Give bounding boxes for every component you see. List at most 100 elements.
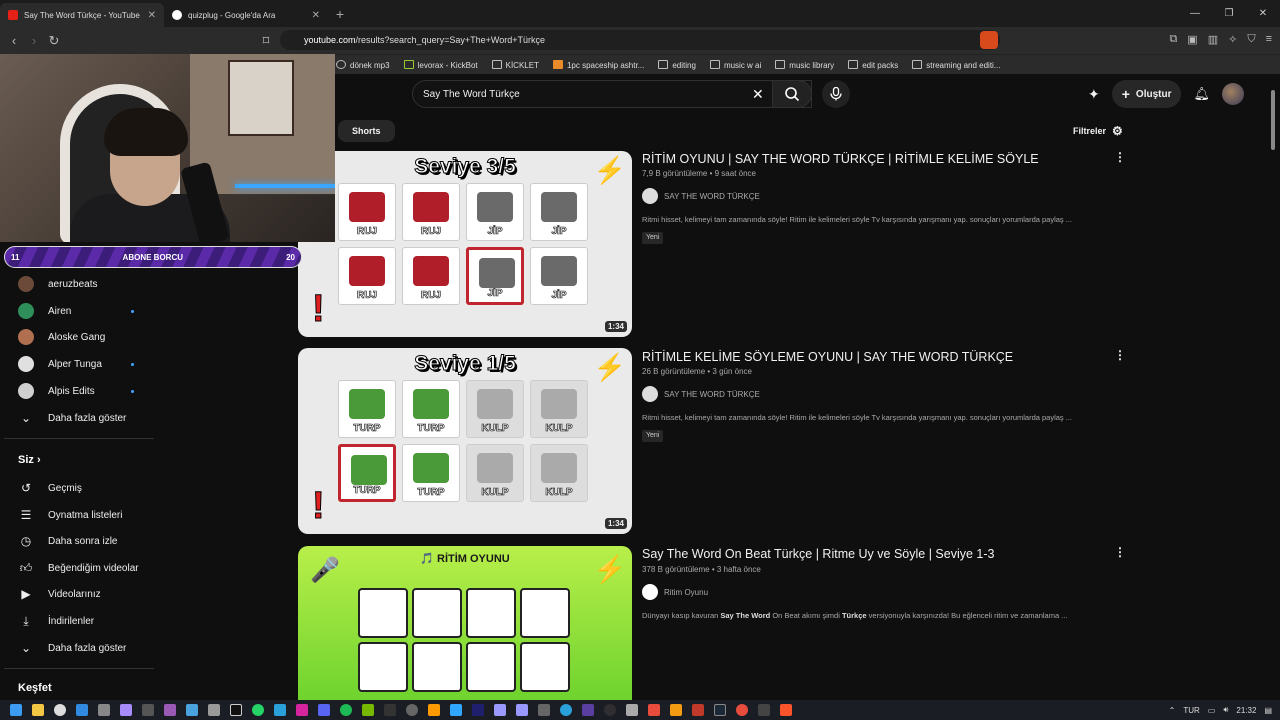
voice-search-button[interactable] <box>822 80 850 108</box>
whatsapp-icon[interactable] <box>252 704 264 716</box>
brave-icon[interactable] <box>780 704 792 716</box>
app-icon[interactable] <box>692 704 704 716</box>
forward-icon[interactable]: › <box>24 33 44 48</box>
app-icon[interactable] <box>736 704 748 716</box>
url-field[interactable]: youtube.com/results?search_query=Say+The… <box>280 30 1000 50</box>
channel-link-2[interactable]: SAY THE WORD TÜRKÇE <box>642 386 760 402</box>
app-icon[interactable] <box>186 704 198 716</box>
network-icon[interactable]: ▭ <box>1208 706 1216 715</box>
bookmark-item[interactable]: KİCKLET <box>491 59 539 70</box>
tray-chevron-icon[interactable]: ⌃ <box>1169 706 1176 715</box>
app-icon[interactable] <box>384 704 396 716</box>
leo-ai-icon[interactable]: ✧ <box>1228 33 1237 46</box>
search-button[interactable] <box>772 80 812 108</box>
tab-google[interactable]: quizplug - Google'da Ara ✕ <box>164 3 328 27</box>
premiere-icon[interactable] <box>516 704 528 716</box>
video-title-2[interactable]: RİTİMLE KELİME SÖYLEME OYUNU | SAY THE W… <box>642 350 1013 364</box>
app-icon[interactable] <box>560 704 572 716</box>
video-title-3[interactable]: Say The Word On Beat Türkçe | Ritme Uy v… <box>642 547 994 561</box>
show-more-subscriptions[interactable]: ⌄ Daha fazla göster <box>18 410 126 426</box>
bookmark-folder[interactable]: edit packs <box>848 59 898 70</box>
show-more-you[interactable]: ⌄ Daha fazla göster <box>18 640 126 656</box>
bookmark-item[interactable]: levorax - KickBot <box>403 59 478 70</box>
sidebar-item-your-videos[interactable]: ▶ Videolarınız <box>18 586 100 602</box>
sidebar-item-downloads[interactable]: ⤓ İndirilenler <box>18 613 94 629</box>
bookmark-item[interactable]: 1pc spaceship ashtr... <box>552 59 644 70</box>
close-tab-icon[interactable]: ✕ <box>148 10 156 21</box>
more-options-icon[interactable]: ⋮ <box>1114 150 1126 164</box>
filters-button[interactable]: Filtreler ⚙ <box>1073 124 1123 138</box>
photoshop-icon[interactable] <box>450 704 462 716</box>
sidebar-item-watch-later[interactable]: ◷ Daha sonra izle <box>18 533 118 549</box>
brave-shield-icon[interactable] <box>980 31 998 49</box>
capcut-icon[interactable] <box>230 704 242 716</box>
sidebar-subscription[interactable]: Aloske Gang <box>18 329 105 345</box>
bookmark-folder[interactable]: music w ai <box>709 59 761 70</box>
discord-icon[interactable] <box>318 704 330 716</box>
media-encoder-icon[interactable] <box>472 704 484 716</box>
page-scrollbar[interactable] <box>1270 76 1276 696</box>
app-icon[interactable] <box>142 704 154 716</box>
chip-shorts[interactable]: Shorts <box>338 120 395 142</box>
app-icon[interactable] <box>648 704 660 716</box>
tab-youtube[interactable]: Say The Word Türkçe - YouTube ✕ <box>0 3 164 27</box>
vscode-icon[interactable] <box>76 704 88 716</box>
sidebar-subscription[interactable]: Airen <box>18 303 71 319</box>
bookmark-item[interactable]: dönek mp3 <box>336 59 390 70</box>
clock[interactable]: 21:32 <box>1236 706 1256 715</box>
scrollbar-thumb[interactable] <box>1271 90 1275 150</box>
close-window-icon[interactable]: ✕ <box>1246 0 1280 27</box>
volume-icon[interactable]: 🔊︎ <box>1223 705 1228 715</box>
back-icon[interactable]: ‹ <box>4 33 24 48</box>
steam-icon[interactable] <box>714 704 726 716</box>
extensions-icon[interactable]: ⧉ <box>1169 33 1177 46</box>
clear-search-icon[interactable]: ✕ <box>752 86 764 103</box>
bookmark-icon[interactable]: ⌑ <box>256 33 276 49</box>
video-thumbnail-2[interactable]: Seviye 1/5 ⚡ ! TURP TURP KULP KULP TURP … <box>298 348 632 534</box>
chrome-icon[interactable] <box>54 704 66 716</box>
spotify-icon[interactable] <box>340 704 352 716</box>
app-icon[interactable] <box>164 704 176 716</box>
app-icon[interactable] <box>626 704 638 716</box>
channel-link-1[interactable]: SAY THE WORD TÜRKÇE <box>642 188 760 204</box>
notifications-icon[interactable]: 🔔︎ <box>1193 86 1210 102</box>
more-options-icon[interactable]: ⋮ <box>1114 545 1126 559</box>
bookmark-folder[interactable]: editing <box>658 59 696 70</box>
app-icon[interactable] <box>120 704 132 716</box>
app-icon[interactable] <box>582 704 594 716</box>
wallet-icon[interactable]: ▣ <box>1187 33 1197 46</box>
bookmark-folder[interactable]: music library <box>775 59 834 70</box>
close-tab-icon[interactable]: ✕ <box>312 10 320 21</box>
sidebar-subscription[interactable]: Alpis Edits <box>18 383 95 399</box>
sidebar-item-playlists[interactable]: ☰ Oynatma listeleri <box>18 507 123 523</box>
app-icon[interactable] <box>406 704 418 716</box>
nvidia-icon[interactable] <box>362 704 374 716</box>
telegram-icon[interactable] <box>274 704 286 716</box>
instagram-icon[interactable] <box>296 704 308 716</box>
gemini-icon[interactable]: ✦ <box>1088 86 1100 103</box>
minimize-icon[interactable]: — <box>1178 0 1212 27</box>
language-indicator[interactable]: TUR <box>1183 706 1199 715</box>
app-icon[interactable] <box>208 704 220 716</box>
after-effects-icon[interactable] <box>494 704 506 716</box>
app-icon[interactable] <box>670 704 682 716</box>
avatar[interactable] <box>1222 83 1244 105</box>
section-you[interactable]: Siz › <box>18 454 41 466</box>
app-icon[interactable] <box>538 704 550 716</box>
create-button[interactable]: + Oluştur <box>1111 80 1182 108</box>
sidebar-toggle-icon[interactable]: ▥ <box>1208 33 1218 46</box>
maximize-icon[interactable]: ❐ <box>1212 0 1246 27</box>
vpn-icon[interactable]: ⛉ <box>1247 33 1255 46</box>
video-title-1[interactable]: RİTİM OYUNU | SAY THE WORD TÜRKÇE | RİTİ… <box>642 152 1039 166</box>
sidebar-subscription[interactable]: aeruzbeats <box>18 276 97 292</box>
illustrator-icon[interactable] <box>428 704 440 716</box>
video-thumbnail-3[interactable]: 🎵 RİTİM OYUNU 🎤 ⚡ <box>298 546 632 700</box>
file-explorer-icon[interactable] <box>32 704 44 716</box>
menu-icon[interactable]: ≡ <box>1266 33 1272 46</box>
more-options-icon[interactable]: ⋮ <box>1114 348 1126 362</box>
app-icon[interactable] <box>758 704 770 716</box>
sidebar-item-liked[interactable]: 👍︎ Beğendiğim videolar <box>18 560 139 576</box>
channel-link-3[interactable]: Ritim Oyunu <box>642 584 708 600</box>
sidebar-item-history[interactable]: ↺ Geçmiş <box>18 480 82 496</box>
sidebar-subscription[interactable]: Alper Tunga <box>18 356 102 372</box>
